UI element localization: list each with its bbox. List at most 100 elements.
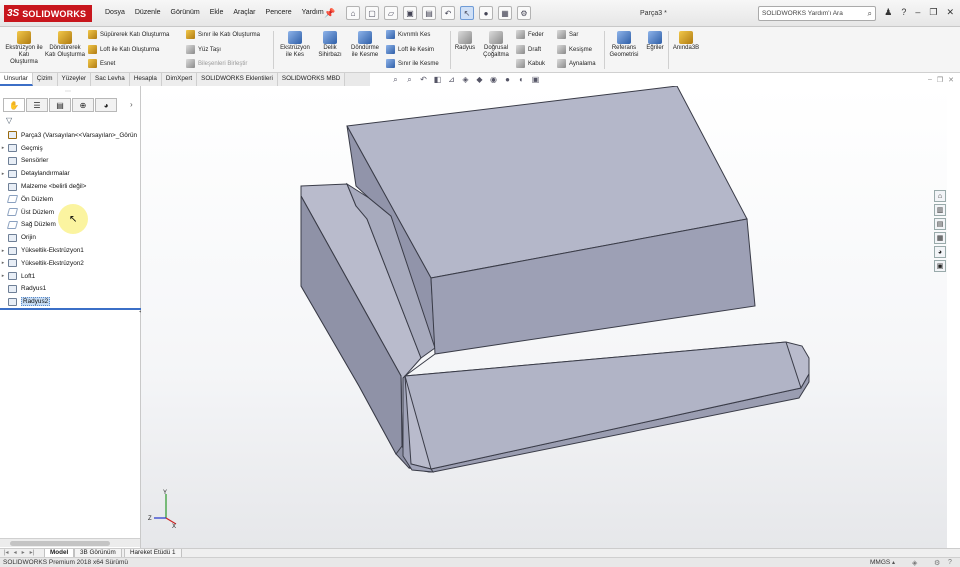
tree-item-material[interactable]: Malzeme <belirli değil>	[0, 180, 140, 193]
curves-button[interactable]: Eğriler	[644, 31, 666, 52]
appearances-icon[interactable]: ◕	[934, 246, 946, 258]
revolved-cut-button[interactable]: Döndürme ile Kesme	[348, 31, 382, 59]
edit-appearance-icon[interactable]: ●	[502, 75, 513, 85]
dynamic-annotation-icon[interactable]: ⊿	[446, 75, 457, 85]
menu-window[interactable]: Pencere	[261, 9, 297, 16]
tab-sheet-metal[interactable]: Sac Levha	[91, 73, 130, 86]
print-icon[interactable]: ▤	[422, 6, 436, 20]
expand-arrow-icon[interactable]: ▸	[0, 248, 6, 254]
linear-pattern-button[interactable]: Doğrusal Çoğaltma	[479, 31, 513, 59]
configurationmanager-tab-icon[interactable]: ▤	[49, 98, 71, 112]
select-pointer-icon[interactable]: ↖	[460, 6, 474, 20]
view-settings-icon[interactable]: ▣	[530, 75, 541, 85]
featuremanager-tab-icon[interactable]: ✋	[3, 98, 25, 112]
status-help-icon[interactable]: ?	[948, 559, 952, 566]
tab-surfaces[interactable]: Yüzeyler	[57, 73, 92, 86]
minimize-icon[interactable]: –	[915, 7, 920, 18]
zoom-area-icon[interactable]: ⌕	[404, 75, 415, 85]
mirror-button[interactable]: Aynalama	[557, 59, 596, 68]
menu-view[interactable]: Görünüm	[166, 9, 205, 16]
menu-tools[interactable]: Araçlar	[228, 9, 260, 16]
tree-item-history[interactable]: ▸ Geçmiş	[0, 142, 140, 155]
combine-components-button[interactable]: Bileşenleri Birleştir	[186, 59, 247, 68]
units-selector[interactable]: MMGS	[870, 559, 890, 566]
draft-button[interactable]: Draft	[516, 45, 541, 54]
scrollbar-thumb[interactable]	[10, 541, 110, 546]
restore-icon[interactable]: ❐	[929, 7, 937, 18]
tab-addins[interactable]: SOLIDWORKS Eklentileri	[197, 73, 278, 86]
instant3d-button[interactable]: Anında3B	[670, 31, 702, 52]
tree-item-sensors[interactable]: Sensörler	[0, 155, 140, 168]
last-tab-icon[interactable]: ▸|	[30, 549, 35, 556]
wrap-button[interactable]: Sar	[557, 30, 578, 39]
user-icon[interactable]: ♟	[884, 7, 892, 18]
file-properties-icon[interactable]: ▦	[498, 6, 512, 20]
search-icon[interactable]: ⌕	[868, 9, 872, 19]
swept-boss-button[interactable]: Süpürerek Katı Oluşturma	[88, 30, 169, 39]
tree-item-annotations[interactable]: ▸ Detaylandırmalar	[0, 167, 140, 180]
shell-button[interactable]: Kabuk	[516, 59, 545, 68]
view-orientation-icon[interactable]: ◈	[460, 75, 471, 85]
expand-arrow-icon[interactable]: ▸	[0, 260, 6, 266]
next-tab-icon[interactable]: ▸	[22, 549, 25, 556]
boundary-cut-button[interactable]: Sınır ile Kesme	[386, 59, 439, 68]
home-icon[interactable]: ⌂	[346, 6, 360, 20]
move-face-button[interactable]: Yüz Taşı	[186, 45, 221, 54]
intersect-button[interactable]: Kesişme	[557, 45, 592, 54]
first-tab-icon[interactable]: |◂	[4, 549, 9, 556]
menu-edit[interactable]: Düzenle	[130, 9, 166, 16]
view-palette-icon[interactable]: ▦	[934, 232, 946, 244]
new-document-icon[interactable]: ▢	[365, 6, 379, 20]
filter-icon[interactable]: ▽	[6, 116, 12, 125]
tab-mbd[interactable]: SOLIDWORKS MBD	[277, 73, 346, 86]
tree-item-loft1[interactable]: ▸ Loft1	[0, 270, 140, 283]
menu-insert[interactable]: Ekle	[205, 9, 229, 16]
swept-cut-button[interactable]: Kıvrımlı Kes	[386, 30, 430, 39]
help-search-input[interactable]: SOLIDWORKS Yardım'ı Ara ⌕	[758, 6, 876, 21]
hide-show-items-icon[interactable]: ◉	[488, 75, 499, 85]
boundary-boss-button[interactable]: Sınır ile Katı Oluşturma	[186, 30, 260, 39]
extruded-cut-button[interactable]: Ekstrüzyon ile Kes	[277, 31, 313, 59]
rib-button[interactable]: Feder	[516, 30, 544, 39]
expand-arrow-icon[interactable]: ▸	[0, 171, 6, 177]
prev-tab-icon[interactable]: ◂	[14, 549, 17, 556]
displaymanager-tab-icon[interactable]: ◕	[95, 98, 117, 112]
open-folder-icon[interactable]: ▱	[384, 6, 398, 20]
status-tag-icon[interactable]: ◈	[912, 559, 917, 567]
lofted-cut-button[interactable]: Loft ile Kesim	[386, 45, 434, 54]
dimxpertmanager-tab-icon[interactable]: ⊕	[72, 98, 94, 112]
panel-grip-icon[interactable]: ⋯	[65, 88, 71, 95]
save-icon[interactable]: ▣	[403, 6, 417, 20]
rollback-bar[interactable]	[0, 308, 141, 310]
rebuild-icon[interactable]: ●	[479, 6, 493, 20]
design-library-icon[interactable]: ▥	[934, 204, 946, 216]
revolved-boss-button[interactable]: Döndürerek Katı Oluşturma	[45, 31, 85, 59]
thicken-button[interactable]: Esnet	[88, 59, 115, 68]
reference-geometry-button[interactable]: Referans Geometrisi	[606, 31, 642, 59]
tree-item-fillet1[interactable]: Radyus1	[0, 283, 140, 296]
custom-properties-icon[interactable]: ▣	[934, 260, 946, 272]
section-view-icon[interactable]: ◧	[432, 75, 443, 85]
tree-item-extrude1[interactable]: ▸ Yükseltik-Ekstrüzyon1	[0, 244, 140, 257]
fillet-button[interactable]: Radyus	[453, 31, 477, 52]
display-style-icon[interactable]: ◆	[474, 75, 485, 85]
expand-panel-icon[interactable]: ›	[130, 100, 133, 109]
3d-model-view[interactable]	[141, 86, 947, 548]
propertymanager-tab-icon[interactable]: ☰	[26, 98, 48, 112]
zoom-to-fit-icon[interactable]: ⌕	[390, 75, 401, 85]
tab-dimxpert[interactable]: DimXpert	[161, 73, 198, 86]
feature-tree-scrollbar[interactable]	[0, 538, 140, 547]
close-icon[interactable]: ✕	[946, 7, 954, 18]
tree-item-extrude2[interactable]: ▸ Yükseltik-Ekstrüzyon2	[0, 257, 140, 270]
pin-menu-icon[interactable]: 📌	[324, 8, 335, 19]
status-rebuild-icon[interactable]: ⚙	[934, 559, 940, 567]
tree-item-fillet2[interactable]: Radyus2	[0, 295, 140, 308]
tree-root-part[interactable]: Parça3 (Varsayılan<<Varsayılan>_Görün	[0, 129, 140, 142]
tab-sketch[interactable]: Çizim	[32, 73, 58, 86]
expand-arrow-icon[interactable]: ▸	[0, 273, 6, 279]
lofted-boss-button[interactable]: Loft ile Katı Oluşturma	[88, 45, 159, 54]
solidworks-logo[interactable]: 3S SOLIDWORKS	[4, 5, 92, 22]
help-icon[interactable]: ?	[901, 7, 906, 18]
solidworks-resources-icon[interactable]: ⌂	[934, 190, 946, 202]
hole-wizard-button[interactable]: Delik Sihirbazı	[314, 31, 346, 59]
